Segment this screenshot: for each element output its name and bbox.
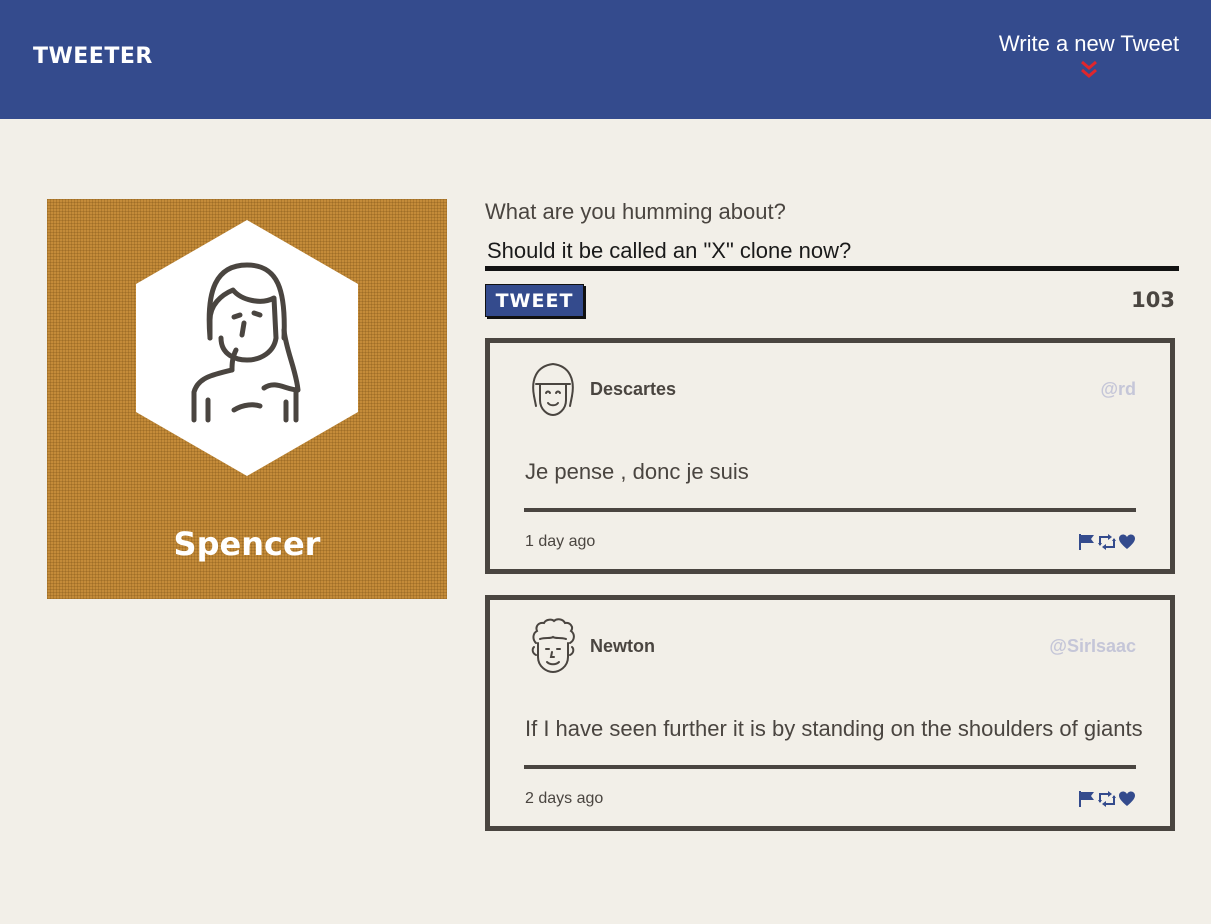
brand-logo[interactable]: TWEETER	[33, 44, 153, 69]
tweet-divider	[524, 508, 1136, 512]
flag-icon[interactable]	[1078, 790, 1096, 808]
flag-icon[interactable]	[1078, 533, 1096, 551]
tweet-timestamp: 2 days ago	[525, 790, 604, 807]
tweet-card: Newton @SirIsaac If I have seen further …	[485, 595, 1175, 831]
profile-name: Spencer	[173, 525, 321, 563]
newton-avatar-icon	[531, 618, 575, 674]
tweet-author-handle[interactable]: @SirIsaac	[1049, 636, 1136, 657]
tweet-author-name: Newton	[590, 636, 655, 656]
tweet-divider	[524, 765, 1136, 769]
tweet-text: If I have seen further it is by standing…	[525, 716, 1143, 741]
descartes-avatar-icon	[532, 362, 574, 417]
write-new-tweet-label[interactable]: Write a new Tweet	[972, 31, 1206, 57]
tweet-timestamp: 1 day ago	[525, 533, 596, 550]
double-chevron-down-icon[interactable]	[1078, 59, 1100, 81]
tweet-author-handle[interactable]: @rd	[1100, 379, 1136, 400]
tweet-input[interactable]	[485, 236, 1179, 271]
tweet-actions	[1078, 532, 1136, 552]
tweet-author-name: Descartes	[590, 379, 677, 399]
navbar: TWEETER Write a new Tweet	[0, 0, 1211, 119]
compose-label: What are you humming about?	[485, 199, 786, 224]
user-avatar-icon	[136, 220, 358, 476]
character-counter: 103	[1131, 288, 1175, 312]
tweet-actions	[1078, 789, 1136, 809]
retweet-icon[interactable]	[1098, 790, 1116, 808]
retweet-icon[interactable]	[1098, 533, 1116, 551]
heart-icon[interactable]	[1118, 533, 1136, 551]
write-new-tweet-link[interactable]: Write a new Tweet	[972, 31, 1206, 81]
profile-card: Spencer	[47, 199, 447, 599]
heart-icon[interactable]	[1118, 790, 1136, 808]
tweet-text: Je pense , donc je suis	[525, 459, 749, 484]
tweet-card: Descartes @rd Je pense , donc je suis 1 …	[485, 338, 1175, 574]
tweet-button[interactable]: TWEET	[485, 284, 584, 317]
